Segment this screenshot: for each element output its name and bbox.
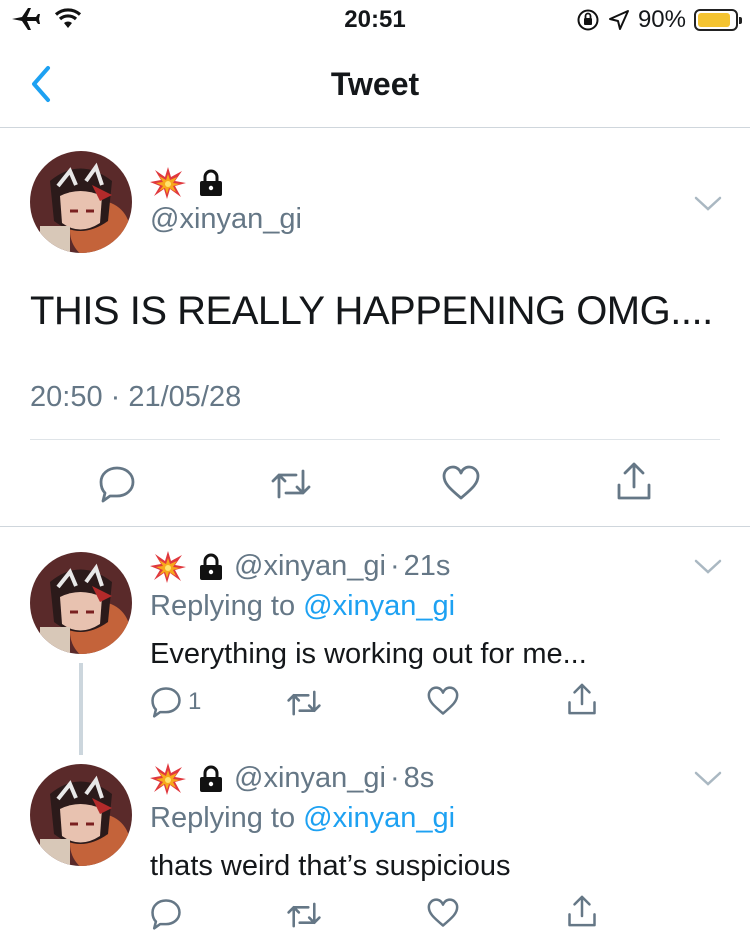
avatar[interactable]: [30, 151, 132, 253]
reply-handle[interactable]: @xinyan_gi: [234, 550, 386, 583]
reply-button[interactable]: [98, 465, 136, 503]
retweet-button[interactable]: [286, 688, 322, 718]
page-title: Tweet: [330, 66, 420, 102]
chevron-down-icon[interactable]: [694, 558, 722, 576]
replying-to-link[interactable]: @xinyan_gi: [303, 802, 455, 834]
location-icon: [608, 10, 629, 30]
retweet-button[interactable]: [270, 467, 312, 501]
reply-time: 8s: [403, 762, 435, 794]
status-bar: 20:51 90%: [0, 0, 750, 40]
tweet-handle[interactable]: @xinyan_gi: [150, 203, 302, 236]
orientation-lock-icon: [577, 9, 599, 31]
share-icon: [617, 462, 651, 500]
reply-handle[interactable]: @xinyan_gi: [234, 762, 386, 795]
share-button[interactable]: [616, 461, 652, 501]
reply-tweet: @xinyan_gi · 21s Replying to @xinyan_gi …: [0, 528, 750, 738]
like-icon: [427, 898, 459, 927]
avatar[interactable]: [30, 552, 132, 654]
share-icon: [568, 895, 596, 927]
nav-bar: Tweet: [0, 40, 750, 128]
share-button[interactable]: [567, 894, 597, 928]
collision-emoji-icon: [150, 762, 186, 795]
battery-level: [698, 13, 731, 27]
share-button[interactable]: [567, 682, 597, 716]
divider: [30, 439, 720, 440]
tweet-timestamp: 20:50 · 21/05/28: [30, 381, 242, 413]
collision-emoji-icon: [150, 167, 186, 199]
share-icon: [568, 683, 596, 715]
chevron-down-icon[interactable]: [694, 770, 722, 788]
reply-icon: [151, 687, 181, 718]
chevron-down-icon[interactable]: [694, 195, 722, 213]
tweet-text: THIS IS REALLY HAPPENING OMG....: [30, 289, 713, 333]
reply-button[interactable]: 1: [150, 686, 201, 718]
like-button[interactable]: [442, 465, 480, 501]
replying-to: Replying to @xinyan_gi: [150, 802, 456, 834]
reply-text: Everything is working out for me...: [150, 638, 587, 670]
retweet-icon: [271, 469, 311, 499]
replying-to-link[interactable]: @xinyan_gi: [303, 590, 455, 622]
main-tweet: @xinyan_gi THIS IS REALLY HAPPENING OMG.…: [0, 129, 750, 527]
reply-button[interactable]: [150, 898, 188, 930]
reply-text: thats weird that’s suspicious: [150, 850, 511, 882]
reply-icon: [151, 899, 181, 930]
like-button[interactable]: [427, 686, 459, 716]
lock-icon: [200, 169, 222, 196]
lock-icon: [200, 553, 222, 580]
like-icon: [427, 686, 459, 715]
reply-tweet: @xinyan_gi · 8s Replying to @xinyan_gi t…: [0, 740, 750, 946]
reply-icon: [99, 466, 135, 503]
battery-percent: 90%: [637, 6, 686, 33]
collision-emoji-icon: [150, 550, 186, 583]
reply-time: 21s: [403, 550, 451, 582]
replying-to: Replying to @xinyan_gi: [150, 590, 456, 622]
like-icon: [442, 465, 480, 500]
lock-icon: [200, 765, 222, 792]
avatar[interactable]: [30, 764, 132, 866]
retweet-button[interactable]: [286, 900, 322, 930]
reply-count: 1: [188, 688, 202, 715]
retweet-icon: [287, 902, 321, 928]
retweet-icon: [287, 690, 321, 716]
like-button[interactable]: [427, 898, 459, 928]
battery-icon: [694, 9, 742, 31]
